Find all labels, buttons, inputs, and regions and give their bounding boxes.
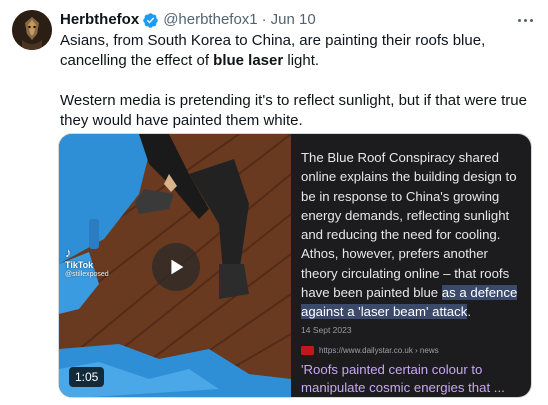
article-date: 14 Sept 2023	[301, 324, 352, 335]
video-player[interactable]: ♪ TikTok @stillexposed 1:05	[59, 134, 291, 397]
avatar[interactable]	[12, 10, 52, 50]
dailystar-favicon-icon	[301, 346, 314, 356]
source-url: https://www.dailystar.co.uk › news	[319, 345, 439, 355]
tiktok-watermark: ♪ TikTok @stillexposed	[65, 246, 109, 280]
tweet-text-bold: blue laser	[213, 52, 284, 69]
article-text-end: .	[467, 304, 471, 320]
avatar-image	[12, 10, 52, 50]
article-source: https://www.dailystar.co.uk › news	[301, 345, 521, 357]
tweet-text: Asians, from South Korea to China, are p…	[60, 31, 538, 131]
play-button[interactable]	[152, 243, 200, 291]
article-body: The Blue Roof Conspiracy shared online e…	[301, 148, 521, 322]
video-duration: 1:05	[69, 367, 105, 387]
play-icon	[171, 259, 184, 275]
article-text: The Blue Roof Conspiracy shared online e…	[301, 150, 517, 301]
tweet-paragraph-2: Western media is pretending it's to refl…	[60, 92, 527, 129]
tiktok-logo-icon: ♪	[65, 245, 72, 260]
article-headline: 'Roofs painted certain colour to manipul…	[301, 361, 505, 395]
article-screenshot: The Blue Roof Conspiracy shared online e…	[291, 134, 531, 397]
tiktok-name: TikTok	[65, 260, 94, 270]
media-container: ♪ TikTok @stillexposed 1:05 The Blue Roo…	[58, 133, 532, 398]
separator-dot: ·	[261, 11, 267, 28]
user-handle[interactable]: @herbthefox1	[163, 10, 257, 30]
tweet-date[interactable]: Jun 10	[271, 10, 316, 30]
more-dots-icon[interactable]	[514, 10, 536, 30]
tiktok-handle: @stillexposed	[65, 271, 109, 278]
verified-badge-icon	[142, 12, 159, 29]
tweet-text-part: light.	[283, 52, 320, 69]
tweet[interactable]: Herbthefox @herbthefox1 · Jun 10 Asians,…	[0, 0, 548, 405]
display-name[interactable]: Herbthefox	[60, 10, 139, 30]
tweet-paragraph-1: Asians, from South Korea to China, are p…	[60, 31, 538, 71]
tweet-header: Herbthefox @herbthefox1 · Jun 10	[60, 10, 536, 30]
